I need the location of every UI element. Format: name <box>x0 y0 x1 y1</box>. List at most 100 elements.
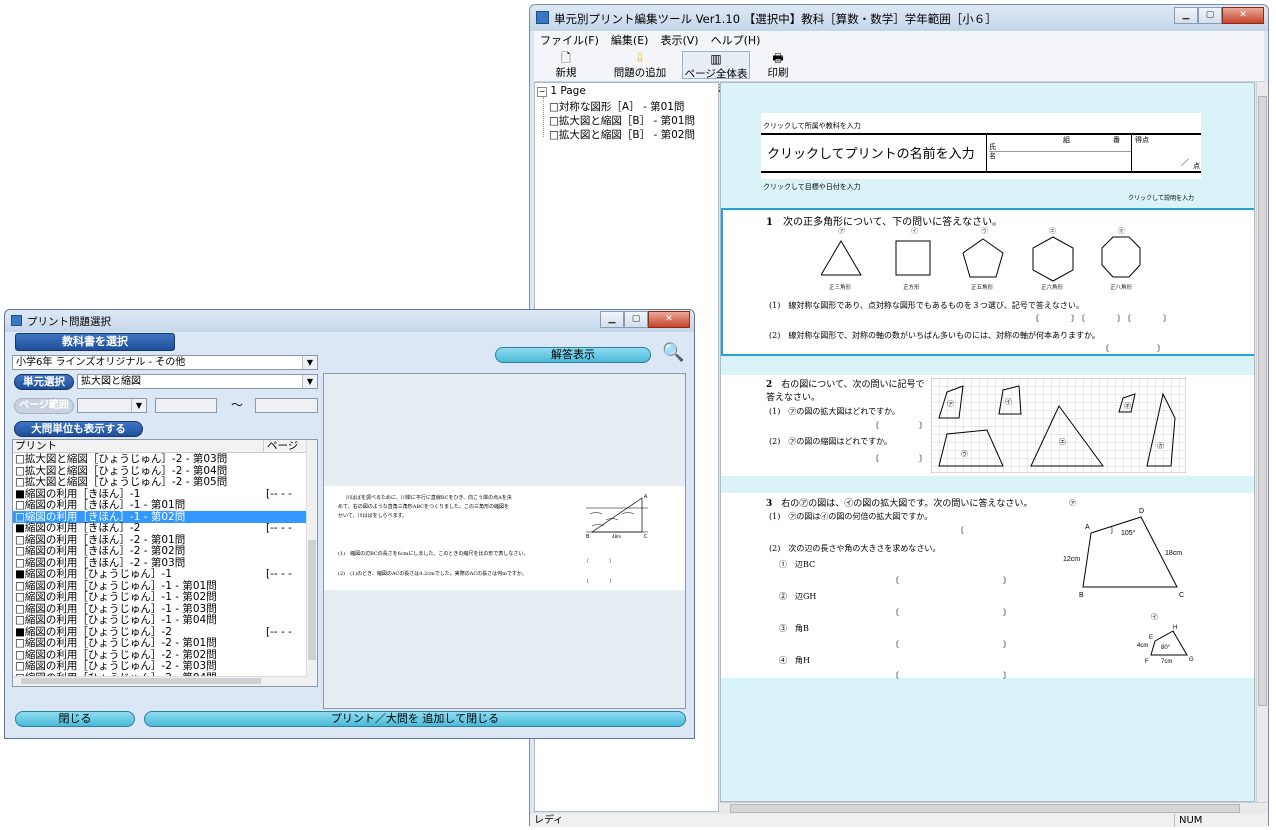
document-vertical-scrollbar[interactable] <box>1256 82 1268 802</box>
list-item[interactable]: □縮図の利用［きほん］-2 - 第01問 <box>13 534 185 546</box>
menu-edit[interactable]: 編集(E) <box>605 32 655 48</box>
list-item-label: □拡大図と縮図［ひょうじゅん］-2 - 第03問 <box>15 453 228 465</box>
document-horizontal-scrollbar[interactable] <box>720 802 1268 814</box>
list-item[interactable]: □縮図の利用［ひょうじゅん］-2 - 第01問 <box>13 637 217 649</box>
textbook-select[interactable]: 小学6年 ラインズオリジナル - その他 ▼ <box>12 355 318 370</box>
list-item[interactable]: □縮図の利用［きほん］-1 - 第02問 <box>13 510 309 523</box>
svg-text:F: F <box>1145 659 1149 665</box>
list-header-print[interactable]: プリント <box>15 440 57 452</box>
list-item-label: □拡大図と縮図［ひょうじゅん］-2 - 第05問 <box>15 476 228 488</box>
chevron-down-icon[interactable]: ▼ <box>302 356 317 369</box>
chevron-down-icon[interactable]: ▼ <box>302 375 317 388</box>
list-item[interactable]: ■縮図の利用［きほん］-2 [-- - - <box>13 522 292 534</box>
list-item[interactable]: □縮図の利用［ひょうじゅん］-1 - 第03問 <box>13 603 217 615</box>
print-list[interactable]: プリント ページ □拡大図と縮図［ひょうじゅん］-2 - 第03問 □拡大図と縮図… <box>12 439 318 687</box>
collapse-icon[interactable]: − <box>537 87 547 97</box>
svg-text:B: B <box>586 534 590 540</box>
tree-item[interactable]: □対称な図形［A］ - 第01問 <box>549 99 684 114</box>
list-item[interactable]: □拡大図と縮図［ひょうじゅん］-2 - 第03問 <box>13 453 227 465</box>
num-lock-indicator: NUM <box>1174 814 1225 827</box>
list-item-label: □縮図の利用［きほん］-2 - 第03問 <box>15 556 186 569</box>
close-button[interactable]: ✕ <box>1222 7 1264 24</box>
list-item[interactable]: □拡大図と縮図［ひょうじゅん］-2 - 第05問 <box>13 476 227 488</box>
list-item[interactable]: □縮図の利用［きほん］-1 - 第01問 <box>13 499 185 511</box>
list-header: プリント ページ <box>13 440 317 453</box>
menu-bar: ファイル(F) 編集(E) 表示(V) ヘルプ(H) <box>534 31 1264 49</box>
scroll-thumb[interactable] <box>308 540 316 660</box>
list-item-label: □縮図の利用［ひょうじゅん］-2 - 第02問 <box>15 648 217 661</box>
menu-file[interactable]: ファイル(F) <box>534 32 605 48</box>
tree-root[interactable]: − 1 Page <box>537 85 586 97</box>
list-item[interactable]: □縮図の利用［ひょうじゅん］-1 - 第04問 <box>13 614 217 626</box>
tree-item[interactable]: □拡大図と縮図［B］ - 第01問 <box>549 113 695 128</box>
q1-answer-2: 〔 〕 <box>1101 344 1171 353</box>
zoom-in-icon[interactable]: 🔍 <box>662 342 684 363</box>
list-item-label: ■縮図の利用［きほん］-2 <box>15 522 141 534</box>
q3-sub2: (2) 次の辺の長さや角の大きさを求めなさい。 <box>769 544 941 553</box>
select-textbook-button[interactable]: 教科書を選択 <box>15 333 175 351</box>
main-title-bar[interactable]: 単元別プリント編集ツール Ver1.10 【選択中】教科［算数・数学］学年範囲［… <box>530 5 1268 31</box>
svg-text:105°: 105° <box>1121 529 1136 537</box>
list-item[interactable]: ■縮図の利用［ひょうじゅん］-1 [-- - - <box>13 568 292 580</box>
list-item[interactable]: □縮図の利用［ひょうじゅん］-2 - 第03問 <box>13 660 217 672</box>
list-item[interactable]: □縮図の利用［ひょうじゅん］-2 - 第02問 <box>13 649 217 661</box>
worksheet-title-input[interactable]: クリックしてプリントの名前を入力 <box>767 143 975 162</box>
list-item[interactable]: □縮図の利用［きほん］-2 - 第02問 <box>13 545 185 557</box>
list-item-label: □縮図の利用［きほん］-1 - 第02問 <box>15 510 186 523</box>
new-button[interactable]: 🗋 新規 <box>542 51 590 79</box>
svg-text:12cm: 12cm <box>1063 556 1080 563</box>
scroll-thumb[interactable] <box>21 678 261 684</box>
list-item-page: [-- - - <box>266 522 292 534</box>
list-item[interactable]: □縮図の利用［きほん］-2 - 第03問 <box>13 557 185 569</box>
menu-view[interactable]: 表示(V) <box>654 32 704 48</box>
chevron-down-icon[interactable]: ▼ <box>131 399 146 412</box>
page-to-input[interactable] <box>255 398 318 413</box>
list-item[interactable]: ■縮図の利用［ひょうじゅん］-2 [-- - - <box>13 625 292 638</box>
q1-answer-1: 〔 〕〔 〕〔 〕 <box>1031 314 1173 323</box>
right-small-text[interactable]: クリックして説明を入力 <box>1128 193 1194 202</box>
dialog-close-button[interactable]: ✕ <box>648 311 690 328</box>
header-small-text[interactable]: クリックして所属や教科を入力 <box>763 121 861 131</box>
minimize-button[interactable]: ▁ <box>1174 7 1198 24</box>
add-problem-button[interactable]: ⇩ 問題の追加 <box>610 51 670 79</box>
tree-item[interactable]: □拡大図と縮図［B］ - 第02問 <box>549 127 695 142</box>
dialog-title-bar[interactable]: プリント問題選択 ▁ ▢ ✕ <box>5 310 694 332</box>
scroll-thumb[interactable] <box>730 804 1240 813</box>
list-item-label: ■縮図の利用［ひょうじゅん］-2 <box>15 625 172 638</box>
list-horizontal-scrollbar[interactable] <box>13 676 307 686</box>
list-item[interactable]: □拡大図と縮図［ひょうじゅん］-2 - 第04問 <box>13 465 227 477</box>
list-item-label: □拡大図と縮図［ひょうじゅん］-2 - 第04問 <box>15 464 228 477</box>
grid-mark: ㋑ <box>1005 398 1012 406</box>
toolbar: 🗋 新規 ⇩ 問題の追加 ▥ ページ全体表示 🖶 印刷 <box>534 49 1264 95</box>
dialog-minimize-button[interactable]: ▁ <box>600 311 624 328</box>
list-item[interactable]: □縮図の利用［ひょうじゅん］-1 - 第01問 <box>13 580 217 592</box>
close-dialog-button[interactable]: 閉じる <box>15 711 135 727</box>
dialog-icon <box>11 315 22 326</box>
dialog-maximize-button[interactable]: ▢ <box>624 311 648 328</box>
subheader-small-text[interactable]: クリックして目標や日付を入力 <box>763 182 861 192</box>
page-range-select[interactable]: ▼ <box>77 398 147 413</box>
grid-mark: ㋒ <box>961 450 968 458</box>
list-vertical-scrollbar[interactable] <box>306 440 317 686</box>
unit-select-button[interactable]: 単元選択 <box>14 374 74 390</box>
scroll-thumb[interactable] <box>1258 96 1267 706</box>
page-from-input[interactable] <box>155 398 217 413</box>
q2-sub2: (2) ㋐の図の縮図はどれですか。 <box>769 437 892 446</box>
q2-answer-2: 〔 〕 <box>871 454 931 463</box>
unit-select[interactable]: 拡大図と縮図 ▼ <box>77 374 318 389</box>
list-item[interactable]: ■縮図の利用［きほん］-1 [-- - - <box>13 488 292 500</box>
worksheet-header[interactable]: クリックして所属や教科を入力 クリックしてプリントの名前を入力 氏名 組 番 得… <box>761 113 1201 179</box>
print-button[interactable]: 🖶 印刷 <box>756 51 800 79</box>
show-answer-button[interactable]: 解答表示 <box>495 347 651 363</box>
show-large-units-button[interactable]: 大問単位も表示する <box>14 421 143 437</box>
menu-help[interactable]: ヘルプ(H) <box>705 32 767 48</box>
list-item-label: □縮図の利用［きほん］-1 - 第01問 <box>15 499 186 511</box>
list-item[interactable]: □縮図の利用［ひょうじゅん］-1 - 第02問 <box>13 591 217 603</box>
page-range-button[interactable]: ページ範囲 <box>14 398 74 414</box>
page-view-button[interactable]: ▥ ページ全体表示 <box>682 51 750 95</box>
svg-text:B: B <box>1079 592 1084 599</box>
svg-text:D: D <box>1139 508 1144 515</box>
list-header-page[interactable]: ページ <box>263 440 298 452</box>
add-and-close-button[interactable]: プリント／大問を 追加して閉じる <box>144 711 686 727</box>
maximize-button[interactable]: ▢ <box>1198 7 1222 24</box>
